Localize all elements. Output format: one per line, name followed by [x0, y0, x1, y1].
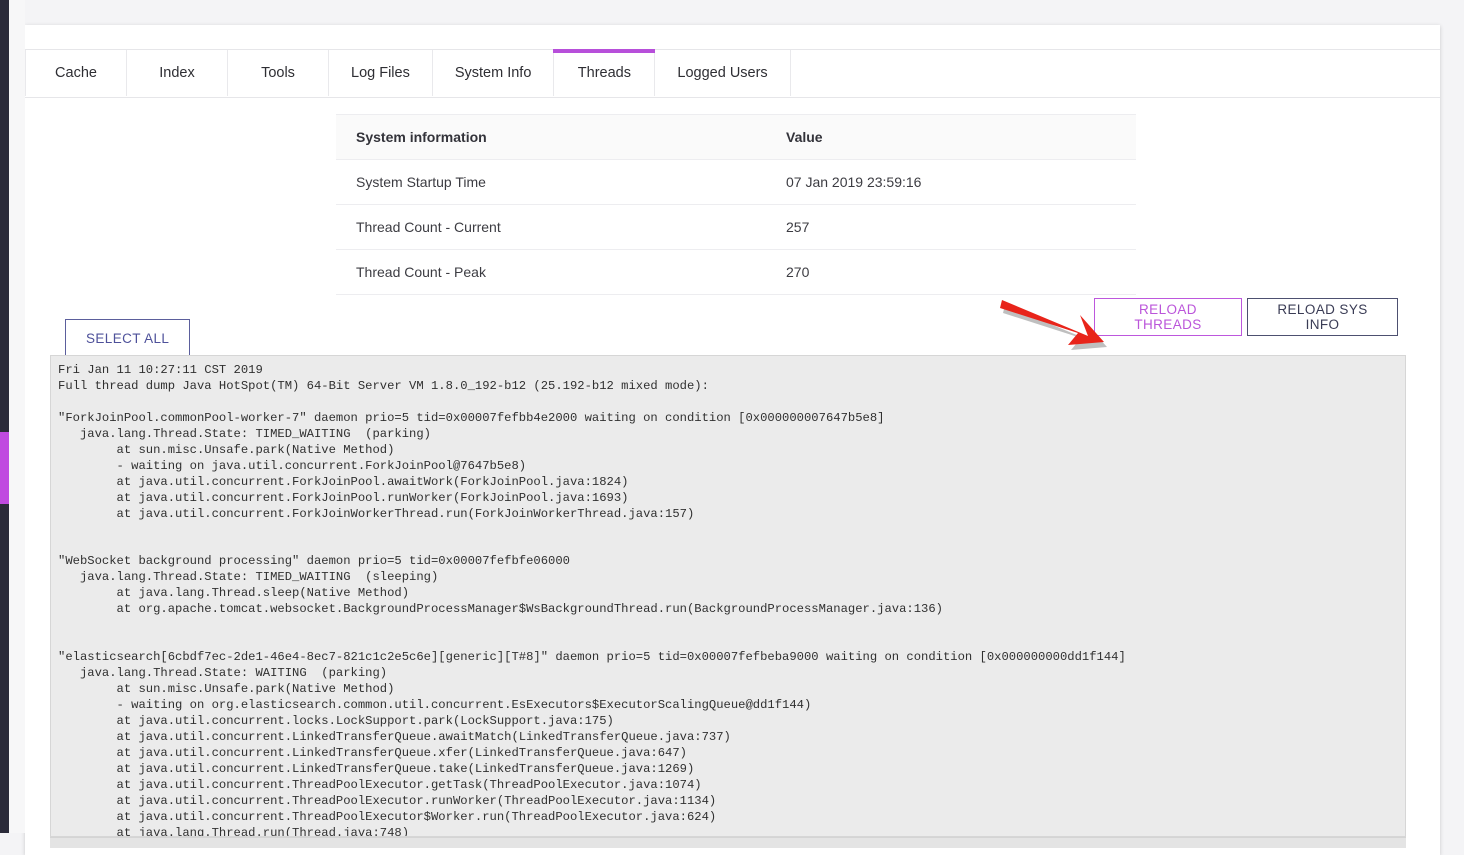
system-info-table: System information Value System Startup … — [336, 114, 1136, 295]
tab-logged-users[interactable]: Logged Users — [655, 50, 790, 96]
row-label-thread-count-current: Thread Count - Current — [336, 205, 766, 250]
thread-dump-text: Fri Jan 11 10:27:11 CST 2019 Full thread… — [51, 356, 1405, 837]
column-header-value: Value — [766, 115, 1136, 160]
table-row: System Startup Time 07 Jan 2019 23:59:16 — [336, 160, 1136, 205]
tab-label: Cache — [55, 65, 97, 81]
tab-log-files[interactable]: Log Files — [329, 50, 433, 96]
app-left-rail — [0, 0, 9, 833]
row-label-thread-count-peak: Thread Count - Peak — [336, 250, 766, 295]
thread-dump-horizontal-scrollbar[interactable] — [50, 837, 1406, 848]
tab-label: Tools — [261, 65, 295, 81]
tab-label: Log Files — [351, 65, 410, 81]
tab-label: Threads — [578, 65, 631, 81]
admin-panel-card: Cache Index Tools Log Files System Info … — [25, 25, 1440, 855]
reload-threads-button[interactable]: RELOAD THREADS — [1094, 298, 1242, 336]
thread-dump-panel[interactable]: Fri Jan 11 10:27:11 CST 2019 Full thread… — [50, 355, 1406, 837]
tab-label: System Info — [455, 65, 532, 81]
row-value-thread-count-peak: 270 — [766, 250, 1136, 295]
tab-tools[interactable]: Tools — [228, 50, 329, 96]
tab-index[interactable]: Index — [127, 50, 228, 96]
tab-bar: Cache Index Tools Log Files System Info … — [25, 49, 1440, 98]
page-gutter — [9, 0, 25, 833]
tab-cache[interactable]: Cache — [25, 50, 127, 96]
table-row: Thread Count - Peak 270 — [336, 250, 1136, 295]
left-rail-accent-indicator — [0, 432, 9, 504]
table-header-row: System information Value — [336, 115, 1136, 160]
tab-label: Index — [159, 65, 194, 81]
row-label-startup-time: System Startup Time — [336, 160, 766, 205]
column-header-system-information: System information — [336, 115, 766, 160]
tab-threads[interactable]: Threads — [554, 50, 655, 96]
table-row: Thread Count - Current 257 — [336, 205, 1136, 250]
tab-label: Logged Users — [677, 65, 767, 81]
select-all-button[interactable]: SELECT ALL — [65, 319, 190, 358]
tab-system-info[interactable]: System Info — [433, 50, 555, 96]
row-value-startup-time: 07 Jan 2019 23:59:16 — [766, 160, 1136, 205]
reload-sys-info-button[interactable]: RELOAD SYS INFO — [1247, 298, 1398, 336]
row-value-thread-count-current: 257 — [766, 205, 1136, 250]
